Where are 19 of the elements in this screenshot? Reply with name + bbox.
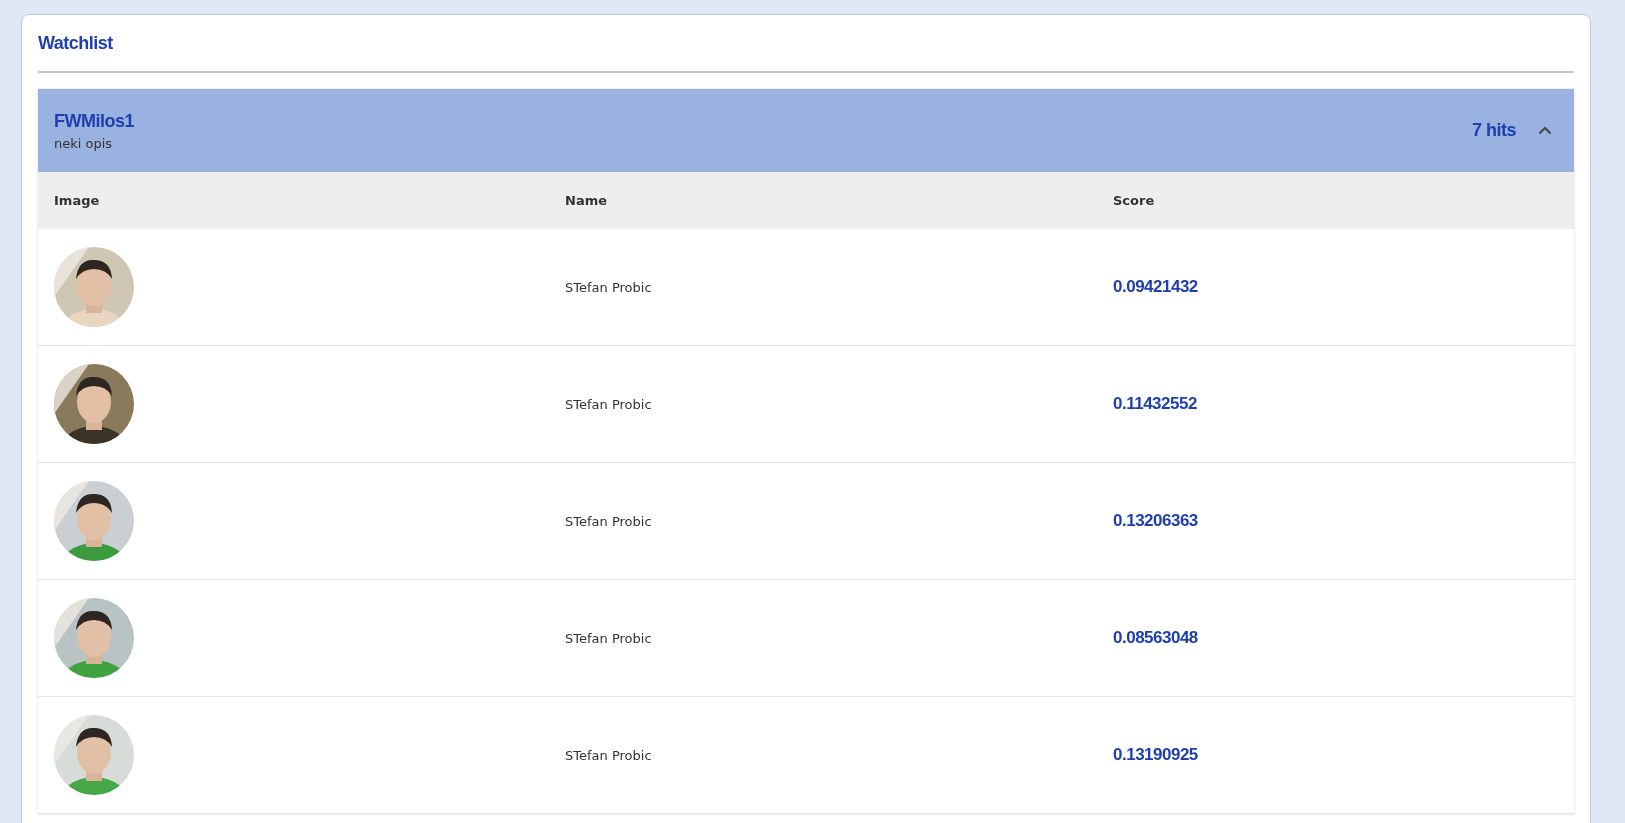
chevron-icon[interactable]: [1538, 126, 1552, 135]
column-header: Name: [565, 193, 607, 208]
panel-title: Watchlist: [38, 33, 114, 55]
group-header[interactable]: FWMilos1 neki opis 7 hits: [38, 89, 1574, 172]
table-cell: STefan Probic: [565, 396, 652, 412]
table-cell: STefan Probic: [565, 747, 652, 763]
table-cell: STefan Probic: [565, 513, 652, 529]
hits-count: 7 hits: [1472, 120, 1516, 141]
column-header: Image: [54, 193, 100, 208]
table-cell: STefan Probic: [565, 279, 652, 295]
score-value: 0.11432552: [1113, 394, 1197, 414]
group-name: FWMilos1: [54, 110, 135, 132]
table-cell: STefan Probic: [565, 630, 652, 646]
score-value: 0.09421432: [1113, 277, 1198, 297]
score-value: 0.08563048: [1113, 628, 1198, 648]
score-value: 0.13190925: [1113, 745, 1198, 765]
group-description: neki opis: [54, 135, 114, 151]
score-value: 0.13206363: [1113, 511, 1198, 531]
column-header: Score: [1113, 193, 1155, 208]
